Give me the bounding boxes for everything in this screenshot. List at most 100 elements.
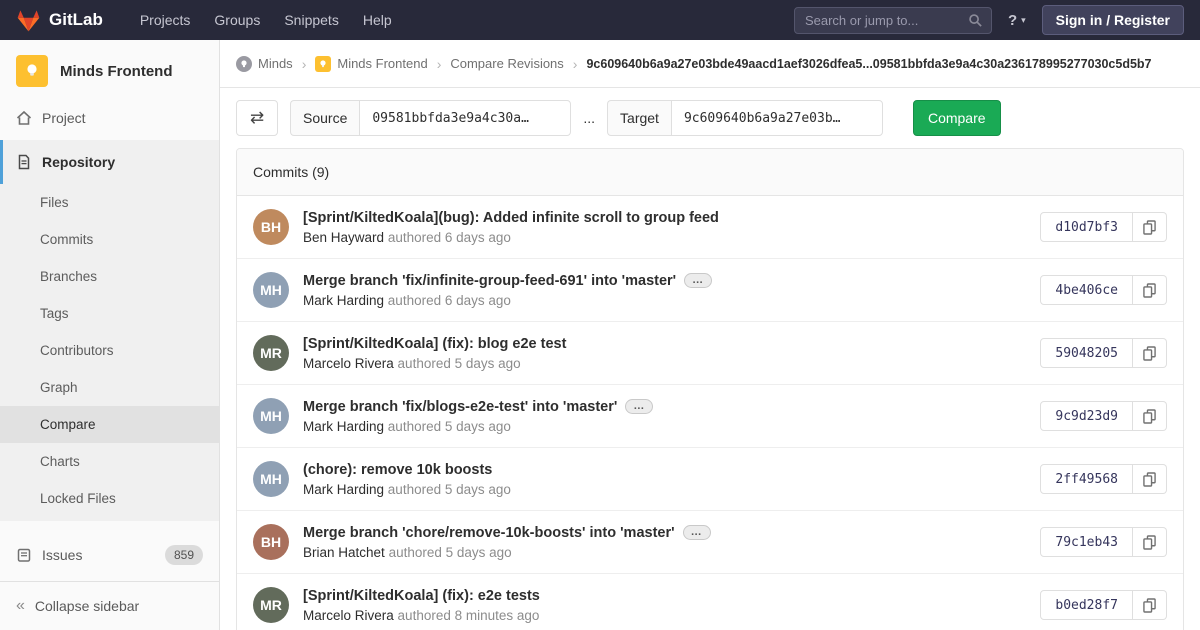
nav-item-help[interactable]: Help <box>352 6 403 34</box>
chevron-down-icon: ▾ <box>1021 14 1026 25</box>
sidebar-item-label: Issues <box>42 547 83 563</box>
nav-item-projects[interactable]: Projects <box>129 6 202 34</box>
sidebar-item-files[interactable]: Files <box>0 184 219 221</box>
commit-meta: authored 6 days ago <box>387 230 511 245</box>
commit-title[interactable]: Merge branch 'fix/blogs-e2e-test' into '… <box>303 399 617 415</box>
commit-expander-button[interactable]: … <box>625 399 654 414</box>
commit-expander-button[interactable]: … <box>684 273 713 288</box>
commit-author[interactable]: Marcelo Rivera <box>303 608 394 623</box>
sidebar-item-repository[interactable]: Repository <box>0 140 219 184</box>
breadcrumb-item-compare-revisions[interactable]: Compare Revisions <box>450 56 563 71</box>
nav-item-snippets[interactable]: Snippets <box>273 6 349 34</box>
issues-count-badge: 859 <box>164 545 203 565</box>
avatar[interactable]: MH <box>253 461 289 497</box>
commit-meta: authored 6 days ago <box>387 293 511 308</box>
commit-title[interactable]: Merge branch 'chore/remove-10k-boosts' i… <box>303 525 675 541</box>
brand-name: GitLab <box>49 10 103 29</box>
search-input[interactable] <box>794 7 991 33</box>
breadcrumb-item-minds[interactable]: Minds <box>236 55 293 72</box>
copy-sha-icon[interactable] <box>1133 590 1167 620</box>
sidebar-item-branches[interactable]: Branches <box>0 258 219 295</box>
commits-header: Commits (9) <box>237 149 1183 196</box>
copy-sha-icon[interactable] <box>1133 401 1167 431</box>
commit-sha-button[interactable]: 2ff49568 <box>1040 464 1133 494</box>
target-ref-input[interactable] <box>670 100 883 136</box>
copy-sha-icon[interactable] <box>1133 464 1167 494</box>
sidebar-item-issues[interactable]: Issues 859 <box>0 533 219 577</box>
copy-sha-icon[interactable] <box>1133 338 1167 368</box>
sidebar-item-tags[interactable]: Tags <box>0 295 219 332</box>
breadcrumb: Minds › Minds Frontend › Compare Revisio… <box>220 40 1200 88</box>
commit-meta: authored 5 days ago <box>387 419 511 434</box>
avatar[interactable]: BH <box>253 209 289 245</box>
commit-sha-button[interactable]: b0ed28f7 <box>1040 590 1133 620</box>
collapse-sidebar-button[interactable]: « Collapse sidebar <box>0 581 219 630</box>
sidebar-project-header[interactable]: Minds Frontend <box>0 40 219 96</box>
question-icon: ? <box>1007 11 1018 29</box>
sidebar-item-charts[interactable]: Charts <box>0 443 219 480</box>
commit-author[interactable]: Mark Harding <box>303 482 384 497</box>
commits-panel: Commits (9) BH [Sprint/KiltedKoala](bug)… <box>236 148 1184 630</box>
commit-sha-button[interactable]: d10d7bf3 <box>1040 212 1133 242</box>
home-icon <box>16 110 32 126</box>
commit-meta: authored 5 days ago <box>387 482 511 497</box>
main-content: Minds › Minds Frontend › Compare Revisio… <box>220 40 1200 630</box>
source-label: Source <box>290 100 360 136</box>
commit-expander-button[interactable]: … <box>682 525 711 540</box>
issues-icon <box>16 547 32 563</box>
compare-button[interactable]: Compare <box>912 100 1001 136</box>
commit-row: MR [Sprint/KiltedKoala] (fix): blog e2e … <box>237 322 1183 385</box>
commit-row: MH Merge branch 'fix/blogs-e2e-test' int… <box>237 385 1183 448</box>
breadcrumb-item-minds-frontend[interactable]: Minds Frontend <box>315 55 428 72</box>
avatar[interactable]: MR <box>253 587 289 623</box>
commit-row: MH Merge branch 'fix/infinite-group-feed… <box>237 259 1183 322</box>
source-input-group: Source <box>290 100 572 136</box>
sidebar-item-locked-files[interactable]: Locked Files <box>0 480 219 517</box>
swap-revisions-button[interactable]: ⇄ <box>236 100 278 136</box>
commit-sha-button[interactable]: 4be406ce <box>1040 275 1133 305</box>
copy-sha-icon[interactable] <box>1133 527 1167 557</box>
commit-title[interactable]: [Sprint/KiltedKoala] (fix): e2e tests <box>303 588 540 604</box>
help-menu[interactable]: ? ▾ <box>1008 12 1026 29</box>
avatar[interactable]: MH <box>253 272 289 308</box>
breadcrumb-current-sha-range: 9c609640b6a9a27e03bde49aacd1aef3026dfea5… <box>586 56 1152 71</box>
commit-author[interactable]: Ben Hayward <box>303 230 384 245</box>
project-name: Minds Frontend <box>60 62 173 80</box>
gitlab-home-link[interactable]: GitLab <box>16 9 103 32</box>
commit-title[interactable]: Merge branch 'fix/infinite-group-feed-69… <box>303 273 676 289</box>
commit-sha-button[interactable]: 59048205 <box>1040 338 1133 368</box>
commit-sha-button[interactable]: 9c9d23d9 <box>1040 401 1133 431</box>
target-input-group: Target <box>607 100 883 136</box>
breadcrumb-separator: › <box>572 55 578 72</box>
sidebar-item-label: Repository <box>42 154 116 170</box>
nav-item-groups[interactable]: Groups <box>203 6 271 34</box>
search-icon[interactable] <box>968 13 983 33</box>
commit-author[interactable]: Mark Harding <box>303 293 384 308</box>
sidebar-item-contributors[interactable]: Contributors <box>0 332 219 369</box>
sidebar-item-compare[interactable]: Compare <box>0 406 219 443</box>
avatar[interactable]: MR <box>253 335 289 371</box>
avatar[interactable]: MH <box>253 398 289 434</box>
breadcrumb-separator: › <box>301 55 307 72</box>
copy-sha-icon[interactable] <box>1133 275 1167 305</box>
commit-author[interactable]: Marcelo Rivera <box>303 356 394 371</box>
commit-author[interactable]: Mark Harding <box>303 419 384 434</box>
commit-author[interactable]: Brian Hatchet <box>303 545 385 560</box>
project-avatar <box>16 55 48 87</box>
source-ref-input[interactable] <box>359 100 572 136</box>
commit-title[interactable]: (chore): remove 10k boosts <box>303 462 492 478</box>
copy-sha-icon[interactable] <box>1133 212 1167 242</box>
navbar-links: Projects Groups Snippets Help <box>129 6 403 34</box>
commit-meta: authored 5 days ago <box>388 545 512 560</box>
commit-meta: authored 8 minutes ago <box>397 608 540 623</box>
commit-sha-button[interactable]: 79c1eb43 <box>1040 527 1133 557</box>
commit-title[interactable]: [Sprint/KiltedKoala](bug): Added infinit… <box>303 210 719 226</box>
sidebar-item-graph[interactable]: Graph <box>0 369 219 406</box>
avatar[interactable]: BH <box>253 524 289 560</box>
sidebar-item-commits[interactable]: Commits <box>0 221 219 258</box>
commit-title[interactable]: [Sprint/KiltedKoala] (fix): blog e2e tes… <box>303 336 566 352</box>
sign-in-button[interactable]: Sign in / Register <box>1041 5 1184 35</box>
sidebar-item-label: Project <box>42 110 86 126</box>
sidebar-item-project[interactable]: Project <box>0 96 219 140</box>
commit-row: BH Merge branch 'chore/remove-10k-boosts… <box>237 511 1183 574</box>
